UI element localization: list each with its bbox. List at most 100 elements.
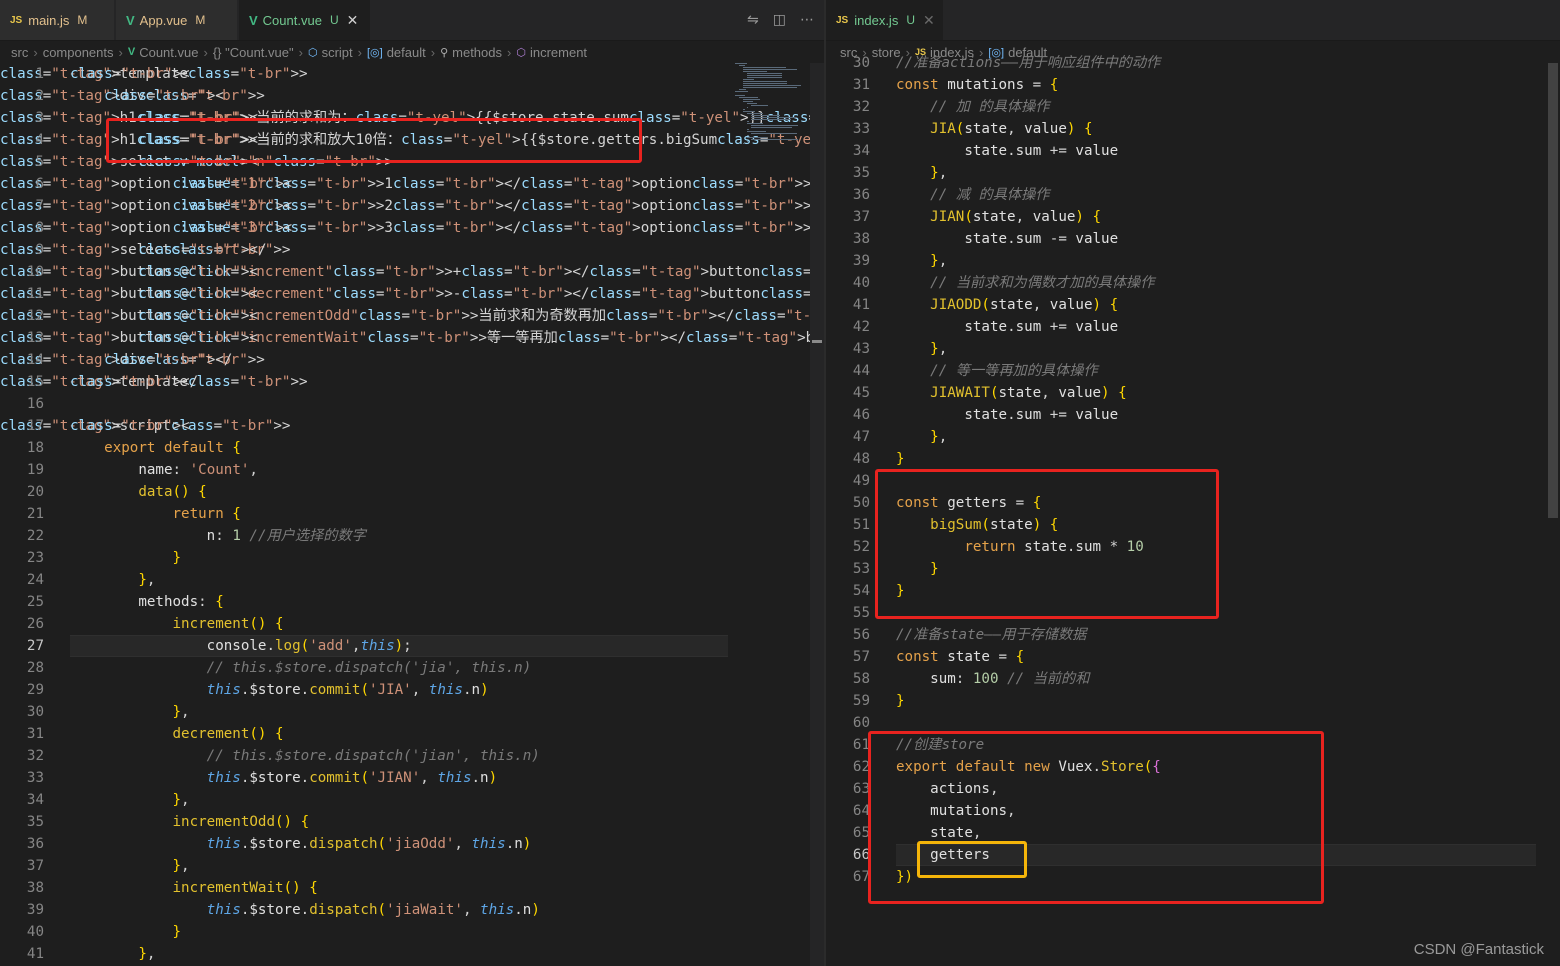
minimap-line bbox=[747, 107, 749, 108]
close-icon[interactable]: ✕ bbox=[923, 12, 935, 29]
code-text: class="t-br">< bbox=[138, 264, 258, 280]
code-line[interactable]: 7 class="t-br">< class="t-tag">option :va… bbox=[0, 195, 812, 217]
code-line[interactable]: 10 class="t-br">< class="t-tag">button @c… bbox=[0, 261, 824, 283]
code-line[interactable]: 12 class="t-br">< class="t-tag">button @c… bbox=[0, 305, 824, 327]
code-text: n: 1 //用户选择的数字 bbox=[206, 528, 366, 544]
code-line[interactable]: 17 class="t-br">< class="t-tag">scriptclas… bbox=[0, 415, 290, 437]
code-line[interactable]: 11 class="t-br">< class="t-tag">button @c… bbox=[0, 283, 824, 305]
code-editor[interactable]: 1 class="t-br">< class="t-tag">templatecla… bbox=[0, 63, 824, 966]
code-text: class="t-br">< bbox=[104, 88, 224, 104]
line-number: 42 bbox=[852, 319, 870, 335]
line-number: 35 bbox=[852, 165, 870, 181]
minimap-line bbox=[747, 141, 749, 142]
breadcrumb-item[interactable]: default bbox=[387, 45, 426, 60]
highlight-box-getters-option bbox=[917, 841, 1027, 878]
minimap-line bbox=[747, 113, 763, 114]
code-text: }, bbox=[172, 792, 190, 808]
line-number: 54 bbox=[852, 583, 870, 599]
minimap-line bbox=[743, 99, 760, 100]
code-text: JIAODD(state, value) { bbox=[930, 297, 1119, 313]
minimap[interactable] bbox=[735, 63, 803, 153]
code-text: class="t-br">< bbox=[138, 330, 258, 346]
line-number: 30 bbox=[26, 704, 44, 720]
code-text: sum: 100 // 当前的和 bbox=[930, 671, 1090, 687]
code-text: }, bbox=[930, 165, 948, 181]
code-line[interactable]: 13 class="t-br">< class="t-tag">button @c… bbox=[0, 327, 824, 349]
minimap-line bbox=[743, 87, 797, 88]
breadcrumb-item[interactable]: increment bbox=[530, 45, 587, 60]
code-line[interactable]: 6 class="t-br">< class="t-tag">option :va… bbox=[0, 173, 812, 195]
scrollbar-thumb[interactable] bbox=[812, 340, 822, 343]
code-line[interactable]: 9 class="t-br"></class="t-tag">selectcla… bbox=[0, 239, 290, 261]
minimap-line bbox=[743, 111, 755, 112]
breadcrumb-item[interactable]: Count.vue bbox=[139, 45, 198, 60]
watermark: CSDN @Fantastick bbox=[1413, 941, 1544, 958]
breadcrumb-item[interactable]: script bbox=[322, 45, 353, 60]
line-number: 29 bbox=[26, 682, 44, 698]
minimap-line bbox=[747, 121, 750, 122]
minimap-line bbox=[747, 75, 782, 76]
line-number: 60 bbox=[852, 715, 870, 731]
code-line[interactable]: 2 class="t-br">< class="t-tag">divclass="… bbox=[0, 85, 265, 107]
split-editor-icon[interactable]: ◫ bbox=[773, 12, 786, 28]
code-line[interactable]: 15 class="t-br"></class="t-tag">templatec… bbox=[0, 371, 308, 393]
breadcrumb: src › components › V Count.vue › {} "Count.v… bbox=[0, 41, 824, 63]
line-number: 37 bbox=[852, 209, 870, 225]
code-line[interactable]: 14 class="t-br"></class="t-tag">divclass… bbox=[0, 349, 265, 371]
line-number: 30 bbox=[852, 55, 870, 71]
code-text: // 加 的具体操作 bbox=[930, 99, 1050, 115]
tab-app-vue[interactable]: V App.vue M bbox=[116, 0, 238, 40]
line-number: 48 bbox=[852, 451, 870, 467]
line-number: 31 bbox=[26, 726, 44, 742]
left-editor-pane: JS main.js M V App.vue M V Count.vue U ✕… bbox=[0, 0, 824, 966]
minimap-line bbox=[747, 103, 757, 104]
code-text: JIAWAIT(state, value) { bbox=[930, 385, 1127, 401]
close-icon[interactable]: ✕ bbox=[347, 12, 359, 29]
line-number: 46 bbox=[852, 407, 870, 423]
minimap-line bbox=[751, 133, 797, 134]
line-number: 17 bbox=[26, 418, 44, 434]
code-text: // 减 的具体操作 bbox=[930, 187, 1050, 203]
breadcrumb-item[interactable]: {} "Count.vue" bbox=[213, 45, 294, 60]
minimap-line bbox=[739, 65, 745, 66]
code-text: methods: { bbox=[138, 594, 224, 610]
line-number: 39 bbox=[852, 253, 870, 269]
code-text: // this.$store.dispatch('jia', this.n) bbox=[206, 660, 532, 676]
line-number: 53 bbox=[852, 561, 870, 577]
line-number: 34 bbox=[26, 792, 44, 808]
breadcrumb-item[interactable]: src bbox=[11, 45, 28, 60]
breadcrumb-item[interactable]: methods bbox=[452, 45, 502, 60]
tab-main-js[interactable]: JS main.js M bbox=[0, 0, 115, 40]
vertical-scrollbar[interactable] bbox=[810, 63, 824, 966]
more-icon[interactable]: ⋯ bbox=[800, 12, 814, 28]
code-text: state.sum += value bbox=[964, 319, 1119, 335]
code-text: }, bbox=[930, 253, 948, 269]
line-number: 22 bbox=[26, 528, 44, 544]
compare-icon[interactable]: ⇋ bbox=[747, 12, 759, 28]
line-number: 50 bbox=[852, 495, 870, 511]
line-number: 38 bbox=[852, 231, 870, 247]
line-number: 63 bbox=[852, 781, 870, 797]
code-line[interactable]: 8 class="t-br">< class="t-tag">option :va… bbox=[0, 217, 812, 239]
code-text: // 等一等再加的具体操作 bbox=[930, 363, 1098, 379]
line-number: 3 bbox=[35, 110, 44, 126]
line-number: 39 bbox=[26, 902, 44, 918]
tab-index-js[interactable]: JS index.js U ✕ bbox=[826, 0, 944, 40]
line-number: 25 bbox=[26, 594, 44, 610]
code-text: // 当前求和为偶数才加的具体操作 bbox=[930, 275, 1155, 291]
js-file-icon: JS bbox=[836, 14, 849, 26]
line-number: 13 bbox=[26, 330, 44, 346]
line-number: 40 bbox=[852, 275, 870, 291]
line-number: 11 bbox=[26, 286, 44, 302]
scrollbar-thumb[interactable] bbox=[1548, 63, 1558, 518]
method-cube-icon: ⬡ bbox=[516, 46, 526, 59]
line-number: 2 bbox=[35, 88, 44, 104]
code-text: state.sum -= value bbox=[964, 231, 1119, 247]
breadcrumb-item[interactable]: components bbox=[43, 45, 114, 60]
code-text: } bbox=[896, 451, 905, 467]
tab-count-vue[interactable]: V Count.vue U ✕ bbox=[239, 0, 371, 40]
minimap-line bbox=[747, 137, 768, 138]
code-line[interactable]: 1 class="t-br">< class="t-tag">templatecla… bbox=[0, 63, 308, 85]
code-text: incrementWait() { bbox=[172, 880, 318, 896]
left-tab-bar: JS main.js M V App.vue M V Count.vue U ✕… bbox=[0, 0, 824, 41]
